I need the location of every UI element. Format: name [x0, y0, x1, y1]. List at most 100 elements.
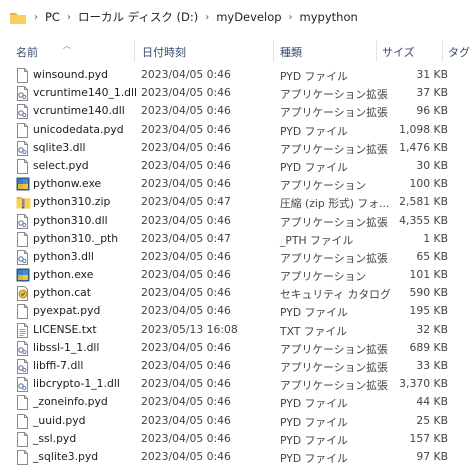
- file-date: 2023/04/05 0:46: [141, 268, 231, 282]
- file-row[interactable]: unicodedata.pyd 2023/04/05 0:46 PYD ファイル 1,…: [0, 121, 474, 139]
- file-date: 2023/04/05 0:46: [141, 431, 231, 445]
- file-type: PYD ファイル: [280, 451, 348, 465]
- file-name: winsound.pyd: [33, 68, 108, 81]
- python-exe-icon: [16, 268, 30, 283]
- file-row[interactable]: libssl-1_1.dll 2023/04/05 0:46 アプリケーション拡張 6…: [0, 339, 474, 357]
- column-divider[interactable]: [273, 40, 274, 62]
- file-row[interactable]: pythonw.exe 2023/04/05 0:46 アプリケーション 100 KB: [0, 175, 474, 193]
- file-size: 1,098 KB: [399, 122, 448, 136]
- file-row[interactable]: _sqlite3.pyd 2023/04/05 0:46 PYD ファイル 97 KB: [0, 448, 474, 466]
- file-date: 2023/04/05 0:47: [141, 231, 231, 245]
- file-row[interactable]: LICENSE.txt 2023/05/13 16:08 TXT ファイル 32 KB: [0, 321, 474, 339]
- file-type: PYD ファイル: [280, 160, 348, 174]
- file-size: 96 KB: [416, 104, 448, 118]
- file-date: 2023/04/05 0:46: [141, 177, 231, 191]
- file-date: 2023/04/05 0:46: [141, 395, 231, 409]
- column-divider[interactable]: [134, 40, 135, 62]
- file-row[interactable]: sqlite3.dll 2023/04/05 0:46 アプリケーション拡張 1,47…: [0, 139, 474, 157]
- file-date: 2023/04/05 0:46: [141, 249, 231, 263]
- file-date: 2023/04/05 0:47: [141, 195, 231, 209]
- breadcrumb-separator: ›: [66, 11, 71, 23]
- file-name: select.pyd: [33, 158, 89, 172]
- file-type: PYD ファイル: [280, 433, 348, 447]
- file-size: 101 KB: [409, 268, 448, 282]
- file-row[interactable]: vcruntime140_1.dll 2023/04/05 0:46 アプリケーショ…: [0, 84, 474, 102]
- file-name: pythonw.exe: [33, 177, 102, 191]
- file-size: 1 KB: [423, 231, 448, 245]
- file-date: 2023/04/05 0:46: [141, 122, 231, 136]
- file-row[interactable]: _zoneinfo.pyd 2023/04/05 0:46 PYD ファイル 44 K…: [0, 393, 474, 411]
- file-size: 4,355 KB: [399, 213, 448, 227]
- dll-icon: [16, 359, 29, 374]
- file-row[interactable]: python310.zip 2023/04/05 0:47 圧縮 (zip 形式) …: [0, 193, 474, 211]
- file-date: 2023/04/05 0:46: [141, 213, 231, 227]
- breadcrumb-mydevelop[interactable]: myDevelop: [216, 10, 281, 24]
- file-size: 37 KB: [416, 86, 448, 100]
- breadcrumb-mypython[interactable]: mypython: [300, 10, 358, 24]
- file-date: 2023/05/13 16:08: [141, 322, 238, 336]
- address-bar[interactable]: › PC › ローカル ディスク (D:) › myDevelop › mypy…: [0, 0, 474, 34]
- text-file-icon: [16, 322, 29, 338]
- file-row[interactable]: libffi-7.dll 2023/04/05 0:46 アプリケーション拡張 33 …: [0, 357, 474, 375]
- file-row[interactable]: python.exe 2023/04/05 0:46 アプリケーション 101 KB: [0, 266, 474, 284]
- file-size: 100 KB: [409, 177, 448, 191]
- file-list: winsound.pyd 2023/04/05 0:46 PYD ファイル 31 KB…: [0, 66, 474, 466]
- file-row[interactable]: select.pyd 2023/04/05 0:46 PYD ファイル 30 KB: [0, 157, 474, 175]
- file-date: 2023/04/05 0:46: [141, 359, 231, 372]
- file-name: python.cat: [33, 286, 91, 300]
- file-row[interactable]: winsound.pyd 2023/04/05 0:46 PYD ファイル 31 KB: [0, 66, 474, 84]
- file-row[interactable]: libcrypto-1_1.dll 2023/04/05 0:46 アプリケーション…: [0, 375, 474, 393]
- file-name: python310._pth: [33, 231, 119, 245]
- column-divider[interactable]: [376, 40, 377, 62]
- file-icon: [16, 231, 29, 247]
- breadcrumb-local-disk[interactable]: ローカル ディスク (D:): [78, 9, 198, 25]
- folder-icon: [9, 10, 27, 25]
- file-type: PYD ファイル: [280, 70, 348, 83]
- file-type: アプリケーション拡張: [280, 361, 388, 374]
- file-date: 2023/04/05 0:46: [141, 377, 231, 391]
- file-size: 2,581 KB: [399, 195, 448, 209]
- file-name: python.exe: [33, 268, 94, 282]
- file-name: LICENSE.txt: [33, 322, 97, 336]
- file-size: 44 KB: [416, 395, 448, 409]
- file-date: 2023/04/05 0:46: [141, 286, 231, 300]
- file-size: 3,370 KB: [399, 377, 448, 391]
- file-type: PYD ファイル: [280, 306, 348, 320]
- dll-icon: [16, 249, 29, 265]
- file-type: セキュリティ カタログ: [280, 288, 391, 302]
- file-name: libssl-1_1.dll: [33, 340, 100, 354]
- column-header-type[interactable]: 種類: [280, 44, 302, 60]
- column-header-name[interactable]: 名前: [16, 44, 38, 60]
- file-row[interactable]: pyexpat.pyd 2023/04/05 0:46 PYD ファイル 195 KB: [0, 302, 474, 320]
- file-date: 2023/04/05 0:46: [141, 340, 231, 354]
- file-row[interactable]: python3.dll 2023/04/05 0:46 アプリケーション拡張 65 K…: [0, 248, 474, 266]
- file-type: _PTH ファイル: [280, 233, 354, 247]
- dll-icon: [16, 377, 29, 393]
- file-type: アプリケーション拡張: [280, 215, 388, 229]
- file-name: python3.dll: [33, 249, 94, 263]
- python-exe-icon: [16, 177, 30, 192]
- column-header-size[interactable]: サイズ: [382, 44, 415, 60]
- file-row[interactable]: _ssl.pyd 2023/04/05 0:46 PYD ファイル 157 KB: [0, 430, 474, 448]
- column-header-tags[interactable]: タグ: [448, 44, 470, 60]
- file-row[interactable]: python.cat 2023/04/05 0:46 セキュリティ カタログ 590 …: [0, 284, 474, 302]
- file-size: 32 KB: [416, 322, 448, 336]
- file-name: libcrypto-1_1.dll: [33, 377, 120, 391]
- file-size: 97 KB: [416, 449, 448, 463]
- breadcrumb-pc[interactable]: PC: [45, 10, 60, 24]
- file-row[interactable]: python310._pth 2023/04/05 0:47 _PTH ファイル 1 …: [0, 230, 474, 248]
- file-size: 30 KB: [416, 158, 448, 172]
- column-divider[interactable]: [442, 40, 443, 62]
- file-icon: [16, 68, 29, 83]
- file-icon: [16, 449, 29, 465]
- file-row[interactable]: python310.dll 2023/04/05 0:46 アプリケーション拡張 4,…: [0, 212, 474, 230]
- file-name: _ssl.pyd: [33, 431, 77, 445]
- file-icon: [16, 304, 29, 320]
- file-icon: [16, 413, 29, 429]
- file-date: 2023/04/05 0:46: [141, 68, 231, 81]
- file-row[interactable]: _uuid.pyd 2023/04/05 0:46 PYD ファイル 25 KB: [0, 412, 474, 430]
- file-size: 195 KB: [409, 304, 448, 318]
- file-row[interactable]: vcruntime140.dll 2023/04/05 0:46 アプリケーション拡…: [0, 102, 474, 120]
- file-date: 2023/04/05 0:46: [141, 104, 231, 118]
- column-header-date[interactable]: 日付時刻: [142, 44, 186, 60]
